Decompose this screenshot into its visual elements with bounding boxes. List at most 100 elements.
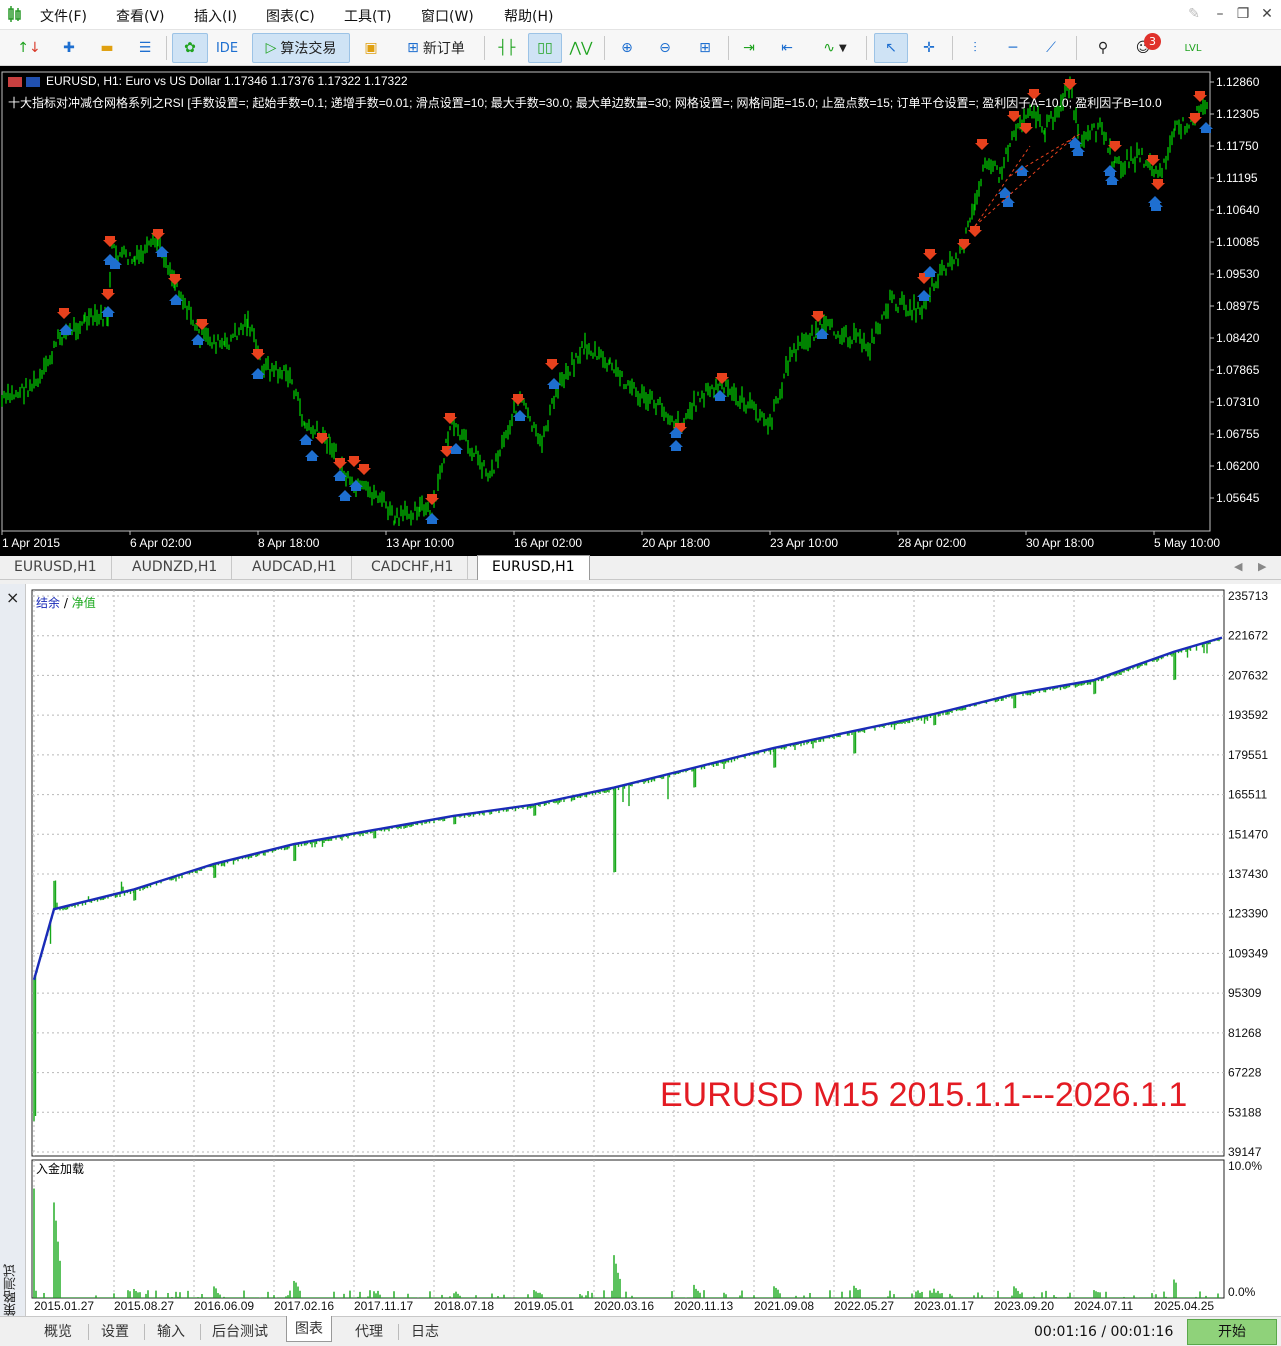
zoom-in-icon[interactable]: ⊕ (612, 33, 642, 63)
price-tick-label: 1.10640 (1216, 203, 1260, 217)
graph-legend: 结余 / 净值 (36, 594, 96, 611)
test-period-annotation: EURUSD M15 2015.1.1---2026.1.1 (660, 1076, 1188, 1114)
pin-icon[interactable]: ✎ (1184, 6, 1204, 22)
strategy-settings-icon[interactable]: ✿ (172, 33, 208, 63)
x-tick-label: 2017.02.16 (274, 1299, 334, 1312)
chart-tab[interactable]: AUDNZD,H1 (118, 556, 233, 580)
legend-separator: / (60, 596, 72, 610)
vertical-line-icon[interactable]: ⫶ (960, 33, 990, 63)
tester-title: 策略测试 (4, 1264, 19, 1316)
price-tick-label: 1.05645 (1216, 491, 1260, 505)
elapsed-timer: 00:01:16 / 00:01:16 (1034, 1324, 1174, 1340)
notifications-icon[interactable]: ☺ 3 (1128, 33, 1161, 63)
flag-icon (26, 76, 40, 87)
x-tick-label: 2021.09.08 (754, 1299, 814, 1312)
menu-chart[interactable]: 图表(C) (266, 6, 315, 26)
y-tick-label: 39147 (1228, 1145, 1262, 1159)
close-icon[interactable]: × (6, 588, 19, 607)
autoscroll-icon[interactable]: ⇥ (734, 33, 764, 63)
time-tick-label: 30 Apr 18:00 (1026, 536, 1094, 550)
x-tick-label: 2022.05.27 (834, 1299, 894, 1312)
price-tick-label: 1.07310 (1216, 395, 1260, 409)
algo-trading-button[interactable]: ▷ 算法交易 (252, 33, 350, 63)
new-chart-icon[interactable]: ✚ (54, 33, 84, 63)
chart-shift-icon[interactable]: ⇤ (772, 33, 802, 63)
price-tick-label: 1.12305 (1216, 107, 1260, 121)
price-chart[interactable]: 1.12860 1.12305 1.11750 1.11195 1.10640 1.100… (0, 66, 1281, 556)
x-tick-label: 2015.01.27 (34, 1299, 94, 1312)
start-button[interactable]: 开始 (1187, 1319, 1277, 1345)
menu-window[interactable]: 窗口(W) (421, 6, 474, 26)
market-watch-icon[interactable]: ☰ (130, 33, 160, 63)
x-tick-label: 2015.08.27 (114, 1299, 174, 1312)
bar-chart-icon[interactable]: ┤├ (492, 33, 522, 63)
tab-settings[interactable]: 设置 (101, 1321, 129, 1341)
close-window-icon[interactable]: ✕ (1257, 6, 1277, 22)
flag-icon (8, 76, 22, 87)
tab-inputs[interactable]: 输入 (157, 1321, 185, 1341)
market-bag-icon[interactable]: ▣ (356, 33, 386, 63)
price-tick-label: 1.11195 (1216, 171, 1258, 185)
tab-journal[interactable]: 日志 (411, 1321, 439, 1341)
price-tick-label: 1.07865 (1216, 363, 1260, 377)
app-logo-icon (8, 6, 21, 22)
price-tick-label: 1.08420 (1216, 331, 1260, 345)
price-tick-label: 1.09530 (1216, 267, 1260, 281)
time-tick-label: 1 Apr 2015 (2, 536, 60, 550)
indicators-dropdown-icon[interactable]: ∿ ▼ (812, 33, 858, 63)
time-tick-label: 6 Apr 02:00 (130, 536, 192, 550)
strategy-tester-panel: × 策略测试 235713 221672 207632 193592 179551 165… (0, 584, 1281, 1346)
cursor-icon[interactable]: ↖ (874, 33, 908, 63)
chart-symbol-header: EURUSD, H1: Euro vs US Dollar 1.17346 1.… (8, 74, 408, 88)
x-tick-label: 2017.11.17 (354, 1299, 413, 1312)
profiles-folder-icon[interactable]: ▬ (92, 33, 122, 63)
menu-tools[interactable]: 工具(T) (344, 6, 391, 26)
crosshair-icon[interactable]: ✛ (914, 33, 944, 63)
price-tick-label: 1.06755 (1216, 427, 1260, 441)
x-tick-label: 2024.07.11 (1074, 1299, 1133, 1312)
tab-graph[interactable]: 图表 (286, 1316, 332, 1342)
tab-overview[interactable]: 概览 (44, 1321, 72, 1341)
tab-scroll-right-icon[interactable]: ▶ (1258, 560, 1266, 573)
candlestick-icon[interactable]: ▯▯ (528, 33, 562, 63)
time-tick-label: 8 Apr 18:00 (258, 536, 320, 550)
minimize-icon[interactable]: – (1210, 6, 1230, 22)
new-order-button[interactable]: ⊞ 新订单 (396, 33, 476, 63)
price-chart-canvas[interactable]: 1.12860 1.12305 1.11750 1.11195 1.10640 1.100… (0, 66, 1281, 556)
zoom-out-icon[interactable]: ⊖ (650, 33, 680, 63)
signal-level-icon[interactable]: LVL (1178, 33, 1208, 63)
restore-icon[interactable]: ❐ (1233, 6, 1253, 22)
menu-bar: 文件(F) 查看(V) 插入(I) 图表(C) 工具(T) 窗口(W) 帮助(H… (0, 0, 1281, 30)
tab-scroll-left-icon[interactable]: ◀ (1234, 560, 1242, 573)
chart-tab[interactable]: CADCHF,H1 (357, 556, 469, 580)
legend-balance: 结余 (36, 596, 61, 610)
chart-tab[interactable]: AUDCAD,H1 (238, 556, 352, 580)
menu-insert[interactable]: 插入(I) (194, 6, 237, 26)
tester-sidebar: × 策略测试 (0, 584, 26, 1346)
y-tick-label: 151470 (1228, 827, 1268, 841)
x-tick-label: 2018.07.18 (434, 1299, 494, 1312)
notification-badge: 3 (1144, 33, 1161, 50)
chart-tab-active[interactable]: EURUSD,H1 (477, 555, 590, 580)
chart-tabs: EURUSD,H1 AUDNZD,H1 AUDCAD,H1 CADCHF,H1 … (0, 555, 1281, 580)
ide-button[interactable]: IDE (212, 33, 242, 63)
time-tick-label: 13 Apr 10:00 (386, 536, 454, 550)
search-icon[interactable]: ⚲ (1088, 33, 1118, 63)
tab-backtest[interactable]: 后台测试 (212, 1321, 268, 1341)
legend-equity: 净值 (71, 596, 96, 610)
chart-tab[interactable]: EURUSD,H1 (0, 556, 112, 580)
load-tick-label: 0.0% (1228, 1285, 1256, 1299)
menu-file[interactable]: 文件(F) (40, 6, 87, 26)
time-tick-label: 20 Apr 18:00 (642, 536, 710, 550)
tile-windows-icon[interactable]: ⊞ (690, 33, 720, 63)
trendline-icon[interactable]: ⟋ (1036, 33, 1066, 63)
deposit-load-label: 入金加载 (36, 1162, 85, 1176)
menu-view[interactable]: 查看(V) (116, 6, 165, 26)
line-chart-icon[interactable]: ⋀⋁ (566, 33, 596, 63)
horizontal-line-icon[interactable]: ─ (998, 33, 1028, 63)
trade-arrows-icon[interactable]: ↑ ↓ (14, 33, 44, 63)
tab-agents[interactable]: 代理 (355, 1321, 383, 1341)
y-tick-label: 53188 (1228, 1105, 1262, 1119)
tester-tabs: 概览 设置 输入 后台测试 图表 代理 日志 00:01:16 / 00:01:… (0, 1316, 1281, 1346)
menu-help[interactable]: 帮助(H) (504, 6, 553, 26)
